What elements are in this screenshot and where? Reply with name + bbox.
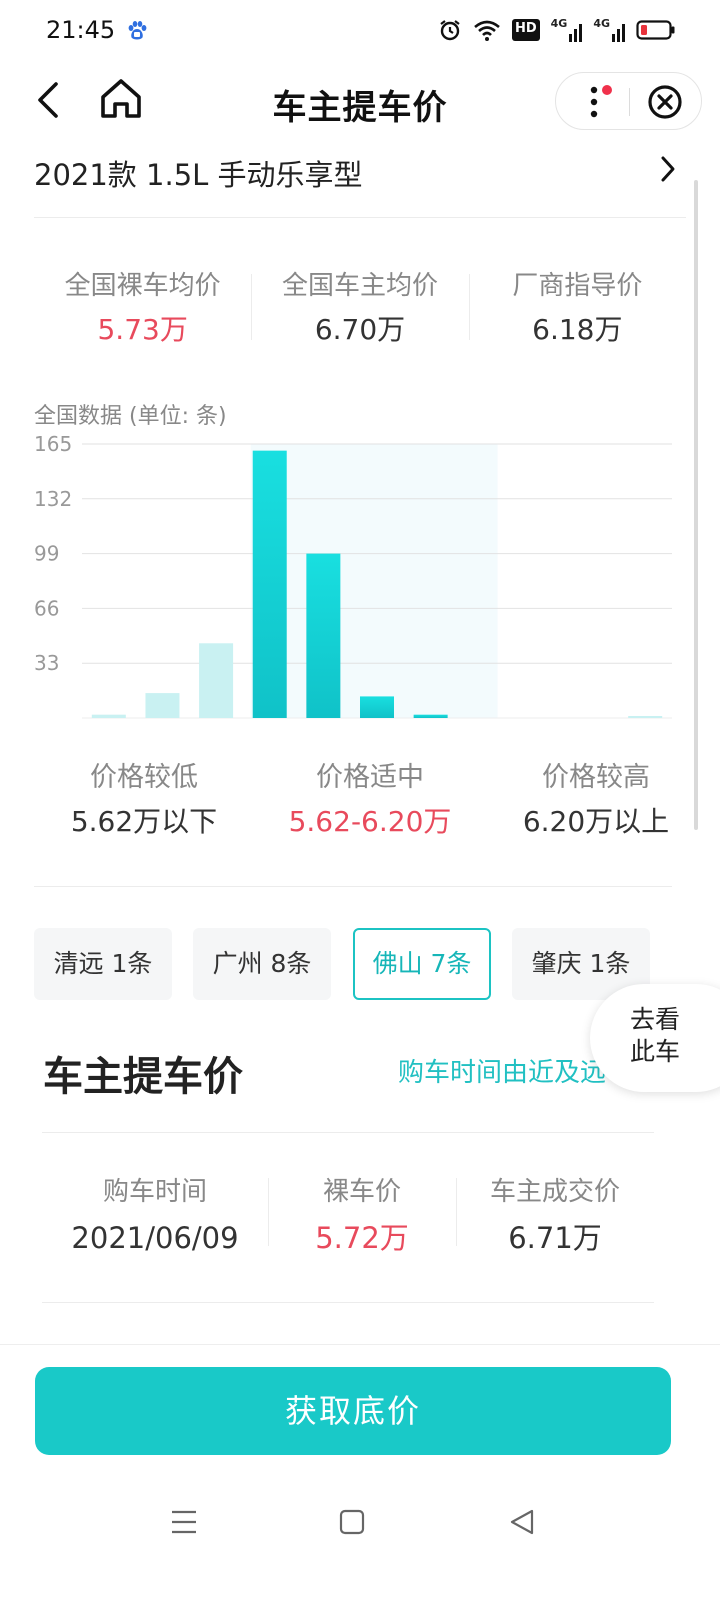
range-value: 6.20万以上: [522, 805, 670, 838]
range-value: 5.62-6.20万: [288, 805, 452, 838]
city-chip-qingyuan[interactable]: 清远 1条: [34, 928, 172, 1000]
range-high: 价格较高 6.20万以上: [506, 758, 686, 846]
network-label: 4G: [550, 17, 568, 30]
y-tick-label: 99: [34, 542, 59, 566]
mini-program-capsule: [555, 72, 702, 130]
y-tick-label: 165: [34, 432, 72, 456]
histogram-bar: [199, 643, 234, 718]
range-value: 5.62万以下: [70, 805, 218, 838]
chevron-right-icon: [661, 156, 675, 182]
system-nav-bar: [0, 1480, 720, 1600]
mid-range-band: [250, 444, 498, 718]
signal-4g-icon: 4G: [593, 18, 625, 42]
section-divider: [42, 1302, 654, 1303]
price-value: 6.70万: [314, 313, 406, 346]
notification-dot: [602, 85, 612, 95]
price-label: 全国车主均价: [281, 271, 438, 301]
hd-icon: HD: [511, 19, 540, 41]
record-bare-value: 5.72万: [315, 1221, 409, 1255]
baidu-paw-icon: [128, 21, 147, 40]
model-selector[interactable]: 2021款 1.5L 手动乐享型: [34, 142, 686, 218]
back-triangle-icon[interactable]: [502, 1502, 542, 1542]
sort-toggle[interactable]: 购车时间由近及远: [398, 1052, 612, 1089]
y-tick-label: 33: [34, 651, 59, 675]
record-date-value: 2021/06/09: [71, 1221, 239, 1255]
price-label: 厂商指导价: [512, 271, 643, 301]
range-low: 价格较低 5.62万以下: [54, 758, 234, 846]
price-ranges: 价格较低 5.62万以下 价格适中 5.62-6.20万 价格较高 6.20万以…: [34, 758, 686, 848]
status-time: 21:45: [46, 16, 116, 44]
histogram-bar: [252, 450, 287, 718]
histogram-bar: [360, 696, 394, 718]
battery-low-icon: [636, 20, 675, 40]
histogram-bar: [413, 714, 448, 718]
range-label: 价格适中: [316, 762, 424, 793]
capsule-divider: [629, 88, 630, 116]
city-chip-foshan[interactable]: 佛山 7条: [353, 928, 491, 1000]
record-bare-label: 裸车价: [322, 1177, 401, 1207]
record-date: 购车时间 2021/06/09: [42, 1170, 268, 1270]
scrollbar[interactable]: [694, 180, 698, 830]
section-title: 车主提车价: [43, 1054, 243, 1100]
record-date-label: 购车时间: [102, 1177, 207, 1207]
status-bar: 21:45 HD 4G 4G: [0, 0, 720, 64]
price-value: 6.18万: [532, 313, 623, 346]
model-name: 2021款 1.5L 手动乐享型: [34, 158, 363, 192]
price-record: 购车时间 2021/06/09 裸车价 5.72万 车主成交价 6.71万: [42, 1170, 654, 1270]
section-divider: [34, 886, 672, 887]
network-label: 4G: [593, 17, 610, 30]
price-label: 全国裸车均价: [64, 271, 221, 301]
get-lowest-price-button[interactable]: 获取底价: [35, 1367, 671, 1455]
range-mid: 价格适中 5.62-6.20万: [270, 758, 470, 846]
price-summary: 全国裸车均价 5.73万 全国车主均价 6.70万 厂商指导价 6.18万: [34, 268, 686, 358]
record-deal-label: 车主成交价: [489, 1177, 620, 1207]
histogram-bar: [306, 553, 341, 718]
alarm-icon: [440, 20, 460, 41]
histogram-bar: [91, 714, 126, 718]
record-bare-price: 裸车价 5.72万: [268, 1170, 456, 1270]
section-divider: [42, 1132, 654, 1133]
record-deal-price: 车主成交价 6.71万: [456, 1170, 654, 1270]
home-square-icon[interactable]: [332, 1502, 372, 1542]
national-bare-price: 全国裸车均价 5.73万: [34, 268, 251, 358]
signal-4g-icon: 4G: [551, 18, 583, 42]
close-circle-icon[interactable]: [647, 84, 683, 120]
y-tick-label: 66: [34, 596, 59, 620]
range-label: 价格较高: [542, 762, 650, 793]
histogram-bar: [628, 716, 663, 718]
chart-title: 全国数据 (单位: 条): [34, 404, 227, 429]
header: 车主提车价: [0, 64, 720, 140]
status-icons: HD 4G 4G: [438, 18, 676, 42]
price-value: 5.73万: [97, 313, 188, 346]
price-distribution-chart: 165 132 99 66 33: [34, 432, 672, 719]
record-deal-value: 6.71万: [508, 1221, 602, 1255]
msrp-price: 厂商指导价 6.18万: [468, 268, 686, 358]
city-chip-guangzhou[interactable]: 广州 8条: [193, 928, 331, 1000]
wifi-icon: [474, 20, 500, 41]
view-car-line2: 此车: [629, 1037, 680, 1066]
histogram-bar: [145, 693, 180, 718]
range-label: 价格较低: [90, 762, 198, 793]
menu-icon[interactable]: [164, 1502, 204, 1542]
y-tick-label: 132: [34, 487, 72, 511]
national-owner-price: 全国车主均价 6.70万: [251, 268, 468, 358]
bottom-action-bar: 获取底价: [0, 1344, 720, 1470]
view-car-button[interactable]: 去看 此车: [590, 984, 720, 1092]
view-car-line1: 去看: [629, 1005, 680, 1034]
city-filter: 清远 1条 广州 8条 佛山 7条 肇庆 1条: [34, 928, 686, 1000]
